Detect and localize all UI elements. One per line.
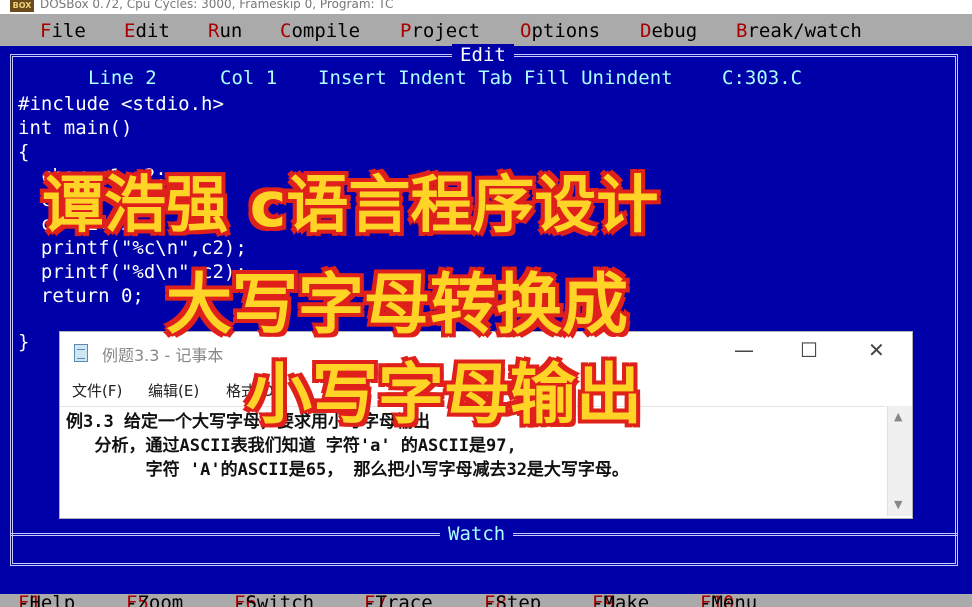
status-modes: Insert Indent Tab Fill Unindent xyxy=(318,67,673,89)
function-key-bar: F1 -Help F5 -Zoom F6 -Switch F7 -Trace F8 -St… xyxy=(0,594,972,607)
code-line: return 0; xyxy=(18,285,144,307)
code-line: { xyxy=(18,141,30,163)
overlay-caption-2: 大写字母转换成 xyxy=(166,266,628,343)
status-file: C:303.C xyxy=(722,67,803,89)
menu-project[interactable]: Project xyxy=(400,14,480,48)
menu-options[interactable]: Options xyxy=(520,14,600,48)
dosbox-title-bar: BOX DOSBox 0.72, Cpu Cycles: 3000, Frame… xyxy=(0,0,972,14)
dosbox-icon: BOX xyxy=(10,0,34,12)
overlay-caption-3: 小写字母输出 xyxy=(246,356,642,433)
notepad-icon xyxy=(74,344,88,362)
editor-title: Edit xyxy=(452,44,514,66)
menu-debug[interactable]: Debug xyxy=(640,14,697,48)
menu-file[interactable]: File xyxy=(40,14,86,48)
status-line: Line 2 xyxy=(88,67,157,89)
code-line: } xyxy=(18,331,30,353)
notepad-menu-file[interactable]: 文件(F) xyxy=(72,380,122,401)
close-icon[interactable]: ✕ xyxy=(868,338,885,362)
notepad-text-line: 字符 'A'的ASCII是65， 那么把小写字母减去32是大写字母。 xyxy=(74,460,629,480)
minimize-icon[interactable]: — xyxy=(734,338,754,362)
menu-edit[interactable]: Edit xyxy=(124,14,170,48)
menu-run[interactable]: Run xyxy=(208,14,242,48)
code-line: #include <stdio.h> xyxy=(18,93,224,115)
overlay-caption-1: 谭浩强 c语言程序设计 xyxy=(42,168,659,241)
menu-break-watch[interactable]: Break/watch xyxy=(736,14,862,48)
dosbox-title: DOSBox 0.72, Cpu Cycles: 3000, Frameskip… xyxy=(40,0,394,11)
menu-bar: File Edit Run Compile Project Options De… xyxy=(0,14,972,46)
notepad-scrollbar[interactable]: ▲ ▼ xyxy=(887,406,912,516)
menu-compile[interactable]: Compile xyxy=(280,14,360,48)
code-line: int main() xyxy=(18,117,133,139)
maximize-icon[interactable]: ☐ xyxy=(800,338,818,362)
notepad-title: 例题3.3 - 记事本 xyxy=(102,346,224,365)
scroll-up-icon[interactable]: ▲ xyxy=(894,410,902,423)
notepad-menu-edit[interactable]: 编辑(E) xyxy=(148,380,199,401)
notepad-text-line: 分析，通过ASCII表我们知道 字符'a' 的ASCII是97, xyxy=(74,436,517,456)
scroll-down-icon[interactable]: ▼ xyxy=(894,498,902,511)
watch-title: Watch xyxy=(440,522,514,546)
status-col: Col 1 xyxy=(220,67,278,89)
